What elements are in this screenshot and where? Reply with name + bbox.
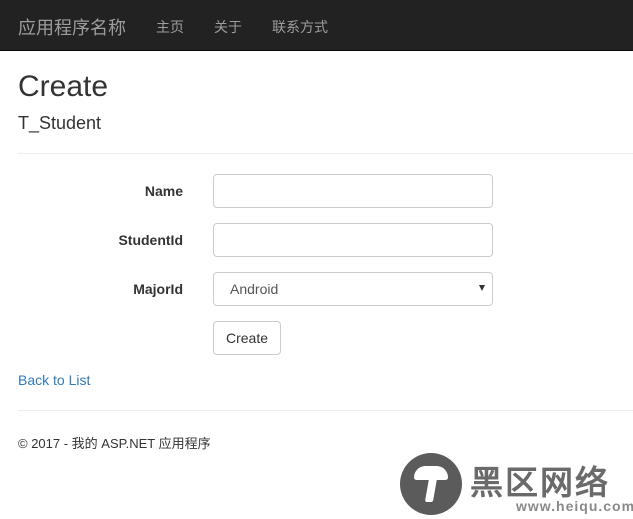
watermark-url: www.heiqu.com: [516, 498, 633, 514]
divider: [18, 153, 633, 154]
create-button[interactable]: Create: [213, 321, 281, 355]
footer-copyright: © 2017 - 我的 ASP.NET 应用程序: [18, 436, 211, 451]
name-label: Name: [144, 183, 183, 199]
majorid-label: MajorId: [133, 281, 183, 297]
navbar: 应用程序名称 主页 关于 联系方式: [0, 0, 633, 51]
page-title: Create: [18, 70, 109, 103]
back-to-list-link[interactable]: Back to List: [18, 372, 90, 388]
name-input[interactable]: [213, 174, 493, 208]
watermark-title: 黑区网络: [470, 464, 610, 501]
studentid-input[interactable]: [213, 223, 493, 257]
nav-link-about[interactable]: 关于: [214, 17, 242, 37]
dropdown-arrow-icon: [479, 285, 485, 291]
watermark-logo-icon: [400, 453, 462, 515]
page-subtitle: T_Student: [18, 113, 102, 133]
watermark: 黑区网络 www.heiqu.com: [400, 452, 633, 519]
nav-link-home[interactable]: 主页: [156, 17, 184, 37]
nav-link-contact[interactable]: 联系方式: [272, 17, 328, 37]
brand-link[interactable]: 应用程序名称: [18, 14, 126, 40]
majorid-select[interactable]: Android: [213, 272, 493, 306]
majorid-selected-value: Android: [230, 281, 279, 297]
studentid-label: StudentId: [118, 232, 183, 248]
footer-divider: [18, 410, 633, 411]
watermark-logo-stem: [424, 478, 438, 502]
